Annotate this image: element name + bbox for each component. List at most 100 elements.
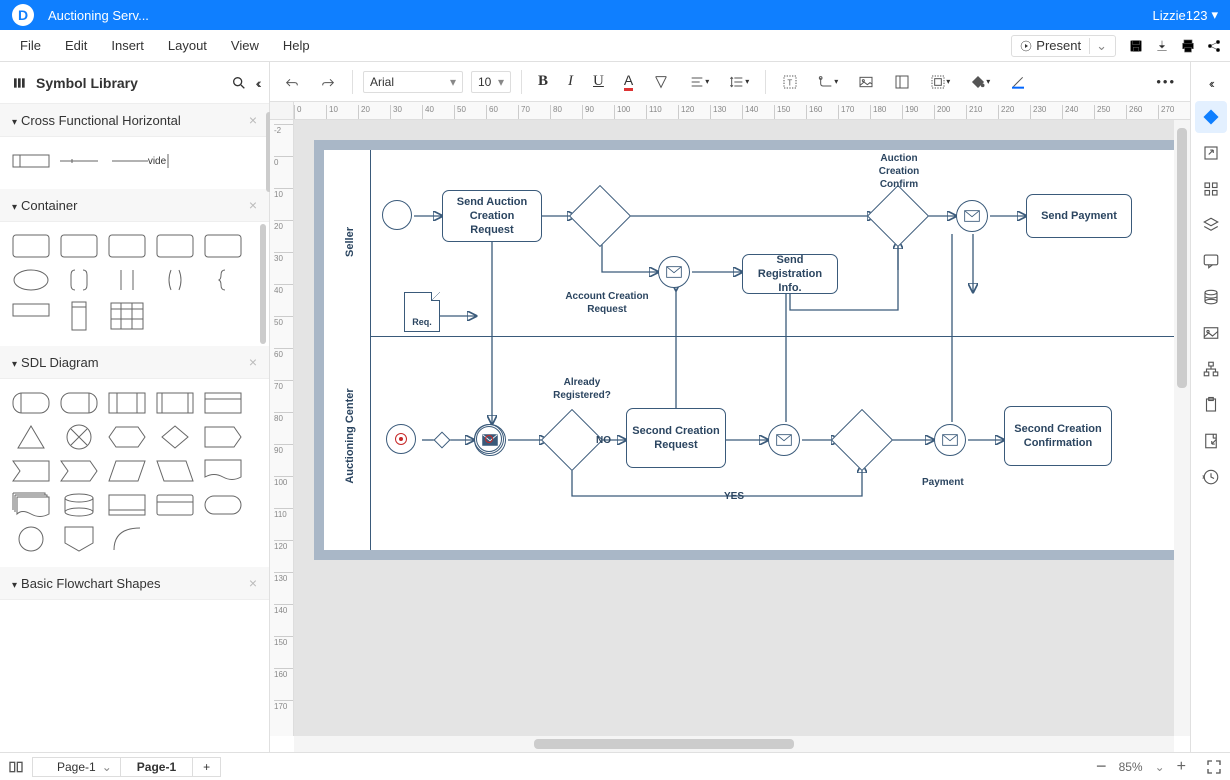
section-container[interactable]: ▾Container × [0,189,269,222]
shape-bracket1[interactable] [58,266,100,294]
shape-triangle[interactable] [10,423,52,451]
shape-brace[interactable] [202,266,244,294]
task-send-auction[interactable]: Send Auction Creation Request [442,190,542,242]
shape-cylinder[interactable] [58,491,100,519]
task-send-payment[interactable]: Send Payment [1026,194,1132,238]
shape-msg-in[interactable] [10,457,52,485]
shape-arc[interactable] [106,525,148,553]
zoom-dropdown-icon[interactable]: ⌄ [1155,760,1165,774]
database-panel-button[interactable] [1195,281,1227,313]
collapse-right-icon[interactable]: ‹‹ [1191,70,1230,97]
bold-button[interactable]: B [532,69,554,94]
shape-lane[interactable] [10,147,52,175]
present-button[interactable]: Present ⌄ [1011,35,1116,57]
page-tab-1[interactable]: Page-1 [121,758,193,776]
export-panel-button[interactable] [1195,137,1227,169]
gateway-auction-confirm[interactable] [867,185,929,247]
menu-file[interactable]: File [8,34,53,57]
shape-paren[interactable] [154,266,196,294]
close-icon[interactable]: × [249,354,257,370]
close-icon[interactable]: × [249,575,257,591]
shape-msg-out[interactable] [202,423,244,451]
message-event-4[interactable] [934,424,966,456]
shape-card[interactable] [154,491,196,519]
shape-rect3[interactable] [106,232,148,260]
shape-hexagon[interactable] [106,423,148,451]
gateway-1[interactable] [569,185,631,247]
align-button[interactable]: ▾ [683,70,715,94]
image-button[interactable] [852,70,880,94]
message-event-2[interactable] [474,424,506,456]
start-event[interactable] [382,200,412,230]
shape-separator[interactable] [58,147,100,175]
shape-bracket2[interactable] [106,266,148,294]
text-color-button[interactable]: A [618,68,639,95]
image-panel-button[interactable] [1195,317,1227,349]
shape-doc[interactable] [202,457,244,485]
shape-tape[interactable] [106,491,148,519]
shape-save[interactable] [58,457,100,485]
undo-button[interactable] [278,70,306,94]
shape-ellipse[interactable] [10,266,52,294]
task-second-creation-confirmation[interactable]: Second Creation Confirmation [1004,406,1112,466]
shape-multidoc[interactable] [10,491,52,519]
user-menu[interactable]: Lizzie123 ▾ [1153,7,1218,23]
shape-sdl-3[interactable] [106,389,148,417]
data-req[interactable]: Req. [404,292,440,332]
shape-rect[interactable] [10,232,52,260]
download-icon[interactable] [1154,38,1170,54]
shape-rect2[interactable] [58,232,100,260]
layers-panel-button[interactable] [1195,209,1227,241]
section-basic-flowchart[interactable]: ▾Basic Flowchart Shapes × [0,567,269,600]
italic-button[interactable]: I [562,69,579,94]
fit-screen-icon[interactable] [1206,759,1222,775]
menu-insert[interactable]: Insert [99,34,156,57]
sidebar-scrollbar[interactable] [260,224,266,344]
share-icon[interactable] [1206,38,1222,54]
search-icon[interactable] [231,75,247,91]
task-second-creation-request[interactable]: Second Creation Request [626,408,726,468]
horizontal-scrollbar[interactable] [294,736,1174,752]
canvas-viewport[interactable]: Seller Auctioning Center [294,120,1174,736]
page-panel-button[interactable] [1195,425,1227,457]
shape-sdl-1[interactable] [10,389,52,417]
print-icon[interactable] [1180,38,1196,54]
clipboard-panel-button[interactable] [1195,389,1227,421]
fill-button[interactable]: ▾ [964,70,996,94]
shape-diamond2[interactable] [154,423,196,451]
highlight-button[interactable] [647,70,675,94]
font-size-select[interactable]: 10▾ [471,71,511,93]
diagram-page[interactable]: Seller Auctioning Center [314,140,1174,560]
font-name-select[interactable]: Arial▾ [363,71,463,93]
section-sdl[interactable]: ▾SDL Diagram × [0,346,269,379]
redo-button[interactable] [314,70,342,94]
line-spacing-button[interactable]: ▾ [723,70,755,94]
message-event-3[interactable] [768,424,800,456]
shape-terminator[interactable] [202,491,244,519]
shape-sdl-5[interactable] [202,389,244,417]
more-button[interactable]: ••• [1150,70,1182,93]
menu-layout[interactable]: Layout [156,34,219,57]
grid-panel-button[interactable] [1195,173,1227,205]
underline-button[interactable]: U [587,69,610,94]
section-cross-functional[interactable]: ▾Cross Functional Horizontal × [0,104,269,137]
connector-button[interactable]: ▾ [812,70,844,94]
shape-circle3[interactable] [10,525,52,553]
add-page-button[interactable]: + [193,758,220,776]
history-panel-button[interactable] [1195,461,1227,493]
shape-parallelogram2[interactable] [154,457,196,485]
text-box-button[interactable]: T [776,70,804,94]
save-icon[interactable] [1128,38,1144,54]
comment-panel-button[interactable] [1195,245,1227,277]
chevron-down-icon[interactable]: ⌄ [1089,38,1107,54]
zoom-in-button[interactable]: + [1177,758,1186,776]
shape-sdl-4[interactable] [154,389,196,417]
lock-button[interactable]: ▾ [924,70,956,94]
shape-sdl-2[interactable] [58,389,100,417]
menu-view[interactable]: View [219,34,271,57]
shape-rect5[interactable] [202,232,244,260]
gateway-already-registered[interactable] [541,409,603,471]
vertical-scrollbar[interactable] [1174,120,1190,736]
zoom-out-button[interactable]: − [1096,756,1107,777]
shape-parallelogram[interactable] [106,457,148,485]
